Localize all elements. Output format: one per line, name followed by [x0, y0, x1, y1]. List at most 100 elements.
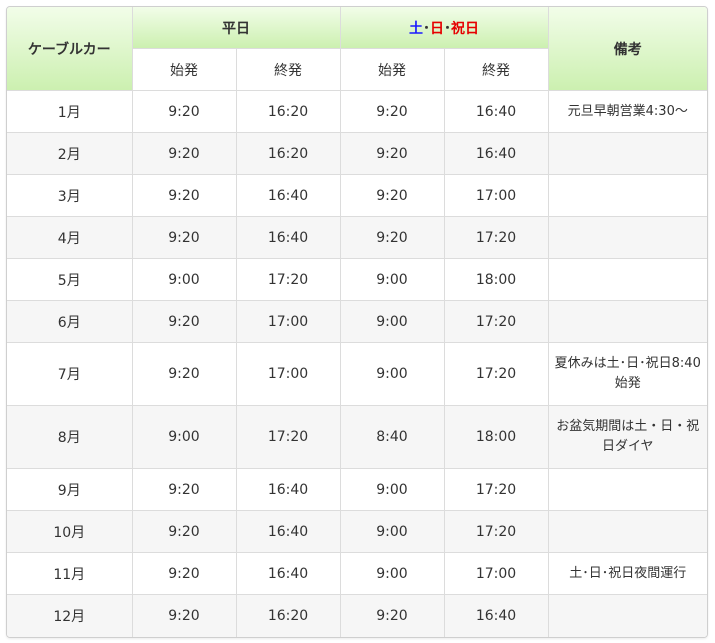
note-cell — [547, 510, 707, 553]
weekend-header: 土･日･祝日 — [339, 7, 549, 49]
table-row: 9月 9:20 16:40 9:00 17:20 — [7, 468, 707, 511]
weekend-last-cell: 17:20 — [443, 342, 549, 406]
weekend-last-cell: 17:20 — [443, 300, 549, 343]
weekday-first-cell: 9:00 — [131, 405, 237, 469]
table-row: 1月 9:20 16:20 9:20 16:40 元旦早朝営業4:30～ — [7, 90, 707, 133]
month-cell: 1月 — [7, 90, 133, 133]
weekday-last-cell: 17:20 — [235, 258, 341, 301]
weekend-last-cell: 16:40 — [443, 90, 549, 133]
weekend-last-cell: 17:20 — [443, 468, 549, 511]
weekend-first-cell: 9:00 — [339, 552, 445, 595]
sunday-label: 日 — [430, 20, 444, 37]
table-row: 11月 9:20 16:40 9:00 17:00 土･日･祝日夜間運行 — [7, 552, 707, 595]
weekday-first-header: 始発 — [132, 48, 237, 91]
weekend-last-cell: 18:00 — [443, 258, 549, 301]
table-row: 6月 9:20 17:00 9:00 17:20 — [7, 300, 707, 343]
month-cell: 7月 — [7, 342, 133, 406]
note-cell — [547, 132, 707, 175]
weekday-first-cell: 9:20 — [131, 300, 237, 343]
note-cell — [547, 594, 707, 637]
weekend-last-cell: 17:00 — [443, 174, 549, 217]
weekend-first-cell: 9:00 — [339, 300, 445, 343]
cable-car-timetable: ケーブルカー 平日 土･日･祝日 備考 始発 終発 始発 終発 1月 9:20 … — [7, 7, 707, 637]
weekday-last-cell: 16:40 — [235, 174, 341, 217]
weekend-first-header: 始発 — [339, 48, 445, 91]
weekend-last-cell: 16:40 — [443, 594, 549, 637]
table-row: 8月 9:00 17:20 8:40 18:00 お盆気期間は土・日・祝日ダイヤ — [7, 405, 707, 469]
note-cell: 土･日･祝日夜間運行 — [547, 552, 707, 595]
saturday-label: 土 — [409, 20, 423, 37]
table-row: 4月 9:20 16:40 9:20 17:20 — [7, 216, 707, 259]
weekend-first-cell: 9:20 — [339, 594, 445, 637]
month-cell: 3月 — [7, 174, 133, 217]
weekend-separator: ･ — [423, 20, 430, 37]
weekday-last-cell: 16:20 — [235, 132, 341, 175]
weekend-first-cell: 9:00 — [339, 510, 445, 553]
weekend-last-header: 終発 — [443, 48, 548, 91]
month-cell: 9月 — [7, 468, 133, 511]
weekday-first-cell: 9:20 — [131, 552, 237, 595]
weekend-last-cell: 17:20 — [443, 510, 549, 553]
weekend-first-cell: 9:00 — [339, 468, 445, 511]
weekday-first-cell: 9:20 — [131, 342, 237, 406]
note-cell — [547, 300, 707, 343]
weekday-first-cell: 9:20 — [131, 132, 237, 175]
timetable-body: 1月 9:20 16:20 9:20 16:40 元旦早朝営業4:30～ 2月 … — [7, 90, 707, 637]
note-cell: お盆気期間は土・日・祝日ダイヤ — [547, 405, 707, 469]
weekend-first-cell: 9:00 — [339, 258, 445, 301]
table-row: 10月 9:20 16:40 9:00 17:20 — [7, 510, 707, 553]
holiday-label: 祝日 — [451, 20, 479, 37]
note-cell: 夏休みは土･日･祝日8:40始発 — [547, 342, 707, 406]
weekday-last-cell: 17:00 — [235, 300, 341, 343]
month-cell: 11月 — [7, 552, 133, 595]
note-cell — [547, 468, 707, 511]
weekday-first-cell: 9:20 — [131, 174, 237, 217]
month-cell: 6月 — [7, 300, 133, 343]
weekday-last-cell: 16:40 — [235, 510, 341, 553]
weekday-last-cell: 16:40 — [235, 216, 341, 259]
weekend-separator: ･ — [444, 20, 451, 37]
note-cell — [547, 258, 707, 301]
notes-header: 備考 — [547, 7, 707, 91]
weekday-first-cell: 9:20 — [131, 510, 237, 553]
weekday-first-cell: 9:20 — [131, 594, 237, 637]
weekday-last-cell: 16:40 — [235, 552, 341, 595]
weekend-first-cell: 8:40 — [339, 405, 445, 469]
weekday-first-cell: 9:00 — [131, 258, 237, 301]
corner-header: ケーブルカー — [7, 7, 133, 91]
table-row: 7月 9:20 17:00 9:00 17:20 夏休みは土･日･祝日8:40始… — [7, 342, 707, 406]
weekday-last-cell: 17:00 — [235, 342, 341, 406]
weekend-last-cell: 17:20 — [443, 216, 549, 259]
weekday-header: 平日 — [131, 7, 341, 49]
weekend-first-cell: 9:20 — [339, 216, 445, 259]
month-cell: 10月 — [7, 510, 133, 553]
month-cell: 5月 — [7, 258, 133, 301]
note-cell: 元旦早朝営業4:30～ — [547, 90, 707, 133]
timetable-header: ケーブルカー 平日 土･日･祝日 備考 始発 終発 始発 終発 — [7, 7, 707, 91]
weekday-last-header: 終発 — [235, 48, 341, 91]
weekend-last-cell: 17:00 — [443, 552, 549, 595]
weekend-first-cell: 9:00 — [339, 342, 445, 406]
weekday-first-cell: 9:20 — [131, 216, 237, 259]
table-row: 2月 9:20 16:20 9:20 16:40 — [7, 132, 707, 175]
month-cell: 12月 — [7, 594, 133, 637]
weekday-first-cell: 9:20 — [131, 468, 237, 511]
weekend-first-cell: 9:20 — [339, 132, 445, 175]
table-row: 12月 9:20 16:20 9:20 16:40 — [7, 594, 707, 637]
weekday-first-cell: 9:20 — [131, 90, 237, 133]
weekday-last-cell: 16:20 — [235, 90, 341, 133]
month-cell: 4月 — [7, 216, 133, 259]
weekend-first-cell: 9:20 — [339, 174, 445, 217]
note-cell — [547, 174, 707, 217]
month-cell: 8月 — [7, 405, 133, 469]
weekday-last-cell: 16:40 — [235, 468, 341, 511]
weekend-first-cell: 9:20 — [339, 90, 445, 133]
weekend-last-cell: 16:40 — [443, 132, 549, 175]
table-row: 5月 9:00 17:20 9:00 18:00 — [7, 258, 707, 301]
month-cell: 2月 — [7, 132, 133, 175]
weekday-last-cell: 17:20 — [235, 405, 341, 469]
weekday-last-cell: 16:20 — [235, 594, 341, 637]
note-cell — [547, 216, 707, 259]
table-row: 3月 9:20 16:40 9:20 17:00 — [7, 174, 707, 217]
timetable-container: ケーブルカー 平日 土･日･祝日 備考 始発 終発 始発 終発 1月 9:20 … — [6, 6, 708, 638]
